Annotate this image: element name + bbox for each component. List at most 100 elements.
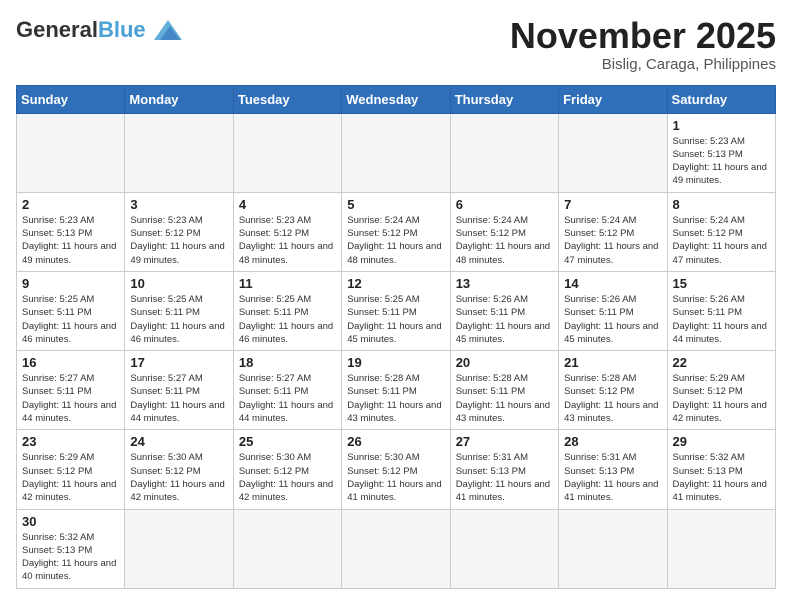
day-info: Sunrise: 5:30 AM Sunset: 5:12 PM Dayligh… [130,451,227,504]
calendar-cell: 30 Sunrise: 5:32 AM Sunset: 5:13 PM Dayli… [17,509,125,588]
day-number: 8 [673,197,770,212]
month-title: November 2025 [510,16,776,56]
day-number: 24 [130,434,227,449]
calendar-cell: 13 Sunrise: 5:26 AM Sunset: 5:11 PM Dayli… [450,271,558,350]
day-info: Sunrise: 5:27 AM Sunset: 5:11 PM Dayligh… [130,372,227,425]
calendar-cell [667,509,775,588]
day-number: 3 [130,197,227,212]
calendar-week-row: 9 Sunrise: 5:25 AM Sunset: 5:11 PM Daylig… [17,271,776,350]
day-info: Sunrise: 5:24 AM Sunset: 5:12 PM Dayligh… [673,214,770,267]
calendar-cell: 5 Sunrise: 5:24 AM Sunset: 5:12 PM Daylig… [342,192,450,271]
weekday-header-sunday: Sunday [17,85,125,113]
day-info: Sunrise: 5:26 AM Sunset: 5:11 PM Dayligh… [673,293,770,346]
day-info: Sunrise: 5:28 AM Sunset: 5:11 PM Dayligh… [347,372,444,425]
calendar-cell [17,113,125,192]
calendar-cell: 24 Sunrise: 5:30 AM Sunset: 5:12 PM Dayli… [125,430,233,509]
day-number: 5 [347,197,444,212]
calendar-cell: 29Sunrise: 5:32 AM Sunset: 5:13 PM Dayli… [667,430,775,509]
calendar-cell: 3 Sunrise: 5:23 AM Sunset: 5:12 PM Daylig… [125,192,233,271]
day-info: Sunrise: 5:25 AM Sunset: 5:11 PM Dayligh… [22,293,119,346]
day-info: Sunrise: 5:25 AM Sunset: 5:11 PM Dayligh… [347,293,444,346]
day-info: Sunrise: 5:29 AM Sunset: 5:12 PM Dayligh… [22,451,119,504]
day-info: Sunrise: 5:23 AM Sunset: 5:12 PM Dayligh… [130,214,227,267]
day-info: Sunrise: 5:24 AM Sunset: 5:12 PM Dayligh… [347,214,444,267]
day-info: Sunrise: 5:28 AM Sunset: 5:11 PM Dayligh… [456,372,553,425]
day-info: Sunrise: 5:30 AM Sunset: 5:12 PM Dayligh… [347,451,444,504]
calendar-table: SundayMondayTuesdayWednesdayThursdayFrid… [16,85,776,589]
day-number: 19 [347,355,444,370]
calendar-cell: 25 Sunrise: 5:30 AM Sunset: 5:12 PM Dayli… [233,430,341,509]
day-info: Sunrise: 5:29 AM Sunset: 5:12 PM Dayligh… [673,372,770,425]
weekday-header-friday: Friday [559,85,667,113]
weekday-header-row: SundayMondayTuesdayWednesdayThursdayFrid… [17,85,776,113]
day-number: 4 [239,197,336,212]
calendar-cell: 1Sunrise: 5:23 AM Sunset: 5:13 PM Daylig… [667,113,775,192]
calendar-cell: 7 Sunrise: 5:24 AM Sunset: 5:12 PM Daylig… [559,192,667,271]
day-number: 20 [456,355,553,370]
calendar-cell: 17 Sunrise: 5:27 AM Sunset: 5:11 PM Dayli… [125,351,233,430]
day-info: Sunrise: 5:23 AM Sunset: 5:13 PM Dayligh… [22,214,119,267]
calendar-cell: 8 Sunrise: 5:24 AM Sunset: 5:12 PM Daylig… [667,192,775,271]
day-number: 23 [22,434,119,449]
day-number: 2 [22,197,119,212]
calendar-cell [450,113,558,192]
calendar-cell: 6Sunrise: 5:24 AM Sunset: 5:12 PM Daylig… [450,192,558,271]
day-number: 30 [22,514,119,529]
calendar-cell [342,509,450,588]
calendar-cell: 15 Sunrise: 5:26 AM Sunset: 5:11 PM Dayli… [667,271,775,350]
calendar-week-row: 2 Sunrise: 5:23 AM Sunset: 5:13 PM Daylig… [17,192,776,271]
day-number: 7 [564,197,661,212]
day-info: Sunrise: 5:30 AM Sunset: 5:12 PM Dayligh… [239,451,336,504]
day-number: 21 [564,355,661,370]
calendar-cell [233,509,341,588]
day-info: Sunrise: 5:23 AM Sunset: 5:12 PM Dayligh… [239,214,336,267]
day-number: 15 [673,276,770,291]
day-number: 10 [130,276,227,291]
day-number: 17 [130,355,227,370]
day-number: 9 [22,276,119,291]
calendar-week-row: 16 Sunrise: 5:27 AM Sunset: 5:11 PM Dayli… [17,351,776,430]
calendar-cell [559,113,667,192]
day-info: Sunrise: 5:32 AM Sunset: 5:13 PM Dayligh… [673,451,770,504]
page-header: GeneralBlue November 2025 Bislig, Caraga… [16,16,776,73]
calendar-cell: 27Sunrise: 5:31 AM Sunset: 5:13 PM Dayli… [450,430,558,509]
calendar-cell [233,113,341,192]
weekday-header-thursday: Thursday [450,85,558,113]
day-number: 16 [22,355,119,370]
calendar-cell [450,509,558,588]
calendar-cell [125,113,233,192]
calendar-week-row: 30 Sunrise: 5:32 AM Sunset: 5:13 PM Dayli… [17,509,776,588]
day-number: 26 [347,434,444,449]
calendar-cell: 2 Sunrise: 5:23 AM Sunset: 5:13 PM Daylig… [17,192,125,271]
day-info: Sunrise: 5:32 AM Sunset: 5:13 PM Dayligh… [22,531,119,584]
calendar-cell: 10 Sunrise: 5:25 AM Sunset: 5:11 PM Dayli… [125,271,233,350]
location: Bislig, Caraga, Philippines [510,56,776,73]
day-info: Sunrise: 5:28 AM Sunset: 5:12 PM Dayligh… [564,372,661,425]
day-info: Sunrise: 5:26 AM Sunset: 5:11 PM Dayligh… [456,293,553,346]
day-number: 25 [239,434,336,449]
title-block: November 2025 Bislig, Caraga, Philippine… [510,16,776,73]
weekday-header-saturday: Saturday [667,85,775,113]
calendar-week-row: 1Sunrise: 5:23 AM Sunset: 5:13 PM Daylig… [17,113,776,192]
calendar-cell [342,113,450,192]
calendar-cell: 18Sunrise: 5:27 AM Sunset: 5:11 PM Dayli… [233,351,341,430]
day-info: Sunrise: 5:25 AM Sunset: 5:11 PM Dayligh… [130,293,227,346]
day-info: Sunrise: 5:26 AM Sunset: 5:11 PM Dayligh… [564,293,661,346]
weekday-header-tuesday: Tuesday [233,85,341,113]
calendar-cell [125,509,233,588]
day-info: Sunrise: 5:24 AM Sunset: 5:12 PM Dayligh… [564,214,661,267]
day-number: 11 [239,276,336,291]
day-number: 28 [564,434,661,449]
day-info: Sunrise: 5:27 AM Sunset: 5:11 PM Dayligh… [22,372,119,425]
calendar-cell: 11Sunrise: 5:25 AM Sunset: 5:11 PM Dayli… [233,271,341,350]
calendar-cell: 20 Sunrise: 5:28 AM Sunset: 5:11 PM Dayli… [450,351,558,430]
calendar-cell: 22 Sunrise: 5:29 AM Sunset: 5:12 PM Dayli… [667,351,775,430]
day-number: 14 [564,276,661,291]
day-number: 12 [347,276,444,291]
day-number: 18 [239,355,336,370]
calendar-cell: 16 Sunrise: 5:27 AM Sunset: 5:11 PM Dayli… [17,351,125,430]
day-number: 13 [456,276,553,291]
day-info: Sunrise: 5:23 AM Sunset: 5:13 PM Dayligh… [673,135,770,188]
day-info: Sunrise: 5:24 AM Sunset: 5:12 PM Dayligh… [456,214,553,267]
day-number: 22 [673,355,770,370]
